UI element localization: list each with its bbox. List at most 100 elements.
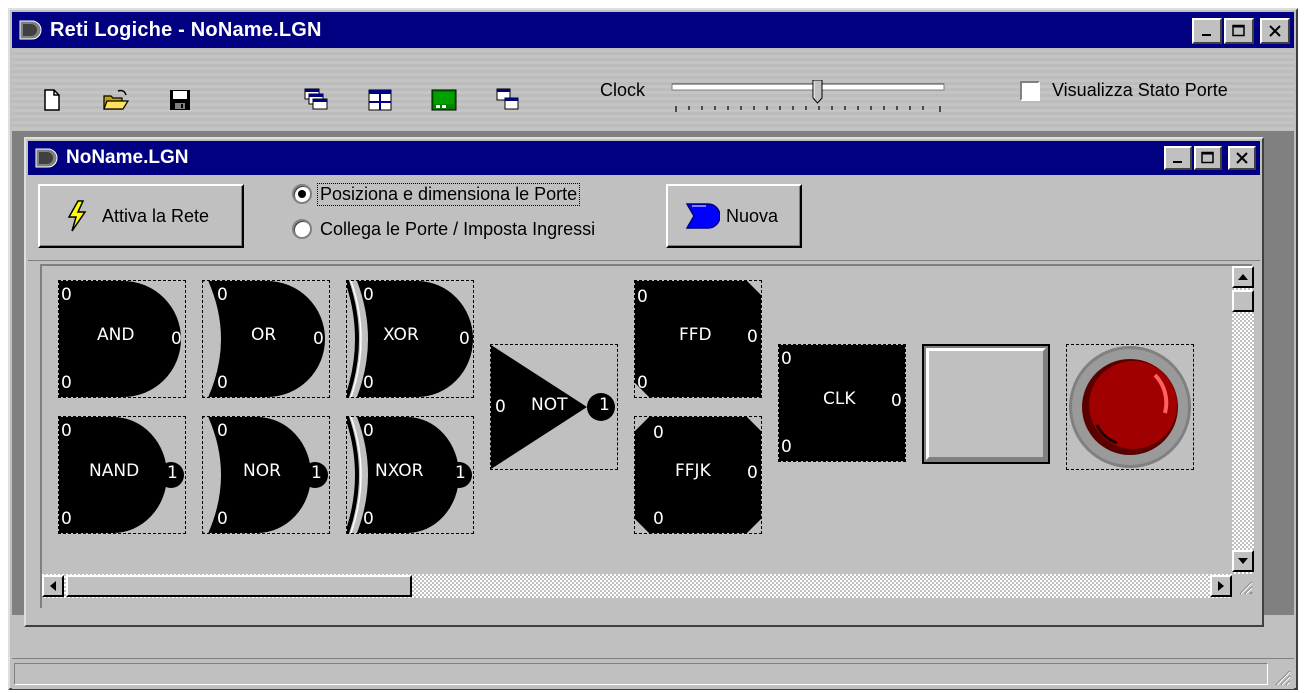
clock-generator-output[interactable]: 0 — [891, 391, 902, 411]
nxor-gate[interactable]: NXOR 0 0 1 — [346, 416, 474, 534]
close-button[interactable] — [1260, 18, 1290, 44]
close-icon — [1236, 152, 1248, 164]
nor-gate-input-1[interactable]: 0 — [217, 421, 228, 441]
ffjk-label: FFJK — [675, 461, 711, 481]
mode-position-radio[interactable] — [292, 184, 312, 204]
nxor-gate-input-1[interactable]: 0 — [363, 421, 374, 441]
ffd-input-1[interactable]: 0 — [637, 287, 648, 307]
vertical-scroll-thumb[interactable] — [1232, 290, 1254, 312]
not-gate-label: NOT — [531, 395, 568, 415]
activate-network-label: Attiva la Rete — [102, 206, 210, 226]
mode-connect-label[interactable]: Collega le Porte / Imposta Ingressi — [320, 219, 595, 240]
and-gate[interactable]: AND 0 0 0 — [58, 280, 186, 398]
arrange-icons-button[interactable] — [430, 86, 458, 114]
windows-icon — [496, 88, 519, 110]
minimize-button[interactable] — [1192, 18, 1222, 44]
ffjk-output[interactable]: 0 — [747, 463, 758, 483]
nor-gate-label: NOR — [243, 461, 281, 481]
clock-generator-label: CLK — [823, 389, 856, 409]
tile-windows-button[interactable] — [366, 86, 394, 114]
status-pane — [14, 663, 1268, 685]
nor-gate[interactable]: NOR 0 0 1 — [202, 416, 330, 534]
clock-generator-input-1[interactable]: 0 — [781, 349, 792, 369]
child-window-title: NoName.LGN — [66, 147, 189, 168]
vertical-scrollbar[interactable] — [1232, 266, 1254, 574]
new-gate-button[interactable]: Nuova — [666, 184, 802, 248]
child-maximize-button[interactable] — [1194, 146, 1222, 170]
nand-gate-input-2[interactable]: 0 — [61, 509, 72, 529]
nxor-gate-input-2[interactable]: 0 — [363, 509, 374, 529]
open-file-button[interactable] — [102, 86, 130, 114]
arrow-up-icon — [1238, 274, 1248, 280]
ffd-output[interactable]: 0 — [747, 327, 758, 347]
xor-gate-input-2[interactable]: 0 — [363, 373, 374, 393]
output-led[interactable] — [1066, 344, 1194, 470]
or-gate-input-1[interactable]: 0 — [217, 285, 228, 305]
clock-slider[interactable] — [668, 80, 948, 120]
xor-gate[interactable]: XOR 0 0 0 — [346, 280, 474, 398]
and-gate-input-2[interactable]: 0 — [61, 373, 72, 393]
ffd-input-2[interactable]: 0 — [637, 373, 648, 393]
nand-gate[interactable]: NAND 0 0 1 — [58, 416, 186, 534]
nand-gate-input-1[interactable]: 0 — [61, 421, 72, 441]
horizontal-scroll-thumb[interactable] — [66, 575, 412, 597]
maximize-icon — [1201, 151, 1214, 164]
activate-network-button[interactable]: Attiva la Rete — [38, 184, 244, 248]
save-file-button[interactable] — [166, 86, 194, 114]
arrow-down-icon — [1238, 558, 1248, 564]
clock-generator-input-2[interactable]: 0 — [781, 437, 792, 457]
horizontal-scrollbar[interactable] — [42, 574, 1232, 598]
nand-gate-label: NAND — [89, 461, 140, 481]
child-title-bar[interactable]: NoName.LGN — [28, 141, 1260, 175]
nor-gate-input-2[interactable]: 0 — [217, 509, 228, 529]
xor-gate-input-1[interactable]: 0 — [363, 285, 374, 305]
window-list-button[interactable] — [494, 86, 522, 114]
scroll-right-button[interactable] — [1210, 575, 1232, 597]
and-gate-input-1[interactable]: 0 — [61, 285, 72, 305]
cascade-windows-button[interactable] — [302, 86, 330, 114]
child-resize-grip[interactable] — [1232, 574, 1254, 598]
not-gate[interactable]: NOT 0 1 — [490, 344, 618, 470]
ffd-flipflop[interactable]: FFD 0 0 0 — [634, 280, 762, 398]
tile-icon — [368, 89, 392, 111]
ffjk-flipflop[interactable]: FFJK 0 0 0 — [634, 416, 762, 534]
mode-position-label[interactable]: Posiziona e dimensiona le Porte — [316, 183, 581, 206]
input-switch[interactable] — [922, 344, 1050, 464]
window-title: Reti Logiche - NoName.LGN — [50, 19, 322, 41]
ffjk-input-2[interactable]: 0 — [653, 509, 664, 529]
close-icon — [1269, 25, 1281, 37]
new-file-button[interactable] — [38, 86, 66, 114]
circuit-canvas[interactable]: AND 0 0 0 OR 0 0 0 XOR 0 0 0 NAND 0 0 1 … — [40, 264, 1254, 608]
show-state-label[interactable]: Visualizza Stato Porte — [1052, 80, 1228, 101]
size-grip-icon[interactable] — [1270, 665, 1292, 687]
clock-label: Clock — [600, 80, 646, 100]
or-gate[interactable]: OR 0 0 0 — [202, 280, 330, 398]
child-minimize-button[interactable] — [1164, 146, 1192, 170]
save-disk-icon — [170, 90, 190, 110]
xor-gate-output[interactable]: 0 — [459, 329, 470, 349]
clock-generator[interactable]: CLK 0 0 0 — [778, 344, 906, 462]
title-bar[interactable]: Reti Logiche - NoName.LGN — [12, 12, 1294, 48]
new-gate-label: Nuova — [726, 206, 779, 226]
or-gate-input-2[interactable]: 0 — [217, 373, 228, 393]
show-state-checkbox[interactable] — [1020, 81, 1040, 101]
ffjk-input-1[interactable]: 0 — [653, 423, 664, 443]
or-gate-output[interactable]: 0 — [313, 329, 324, 349]
nxor-gate-output[interactable]: 1 — [455, 463, 466, 483]
child-close-button[interactable] — [1228, 146, 1256, 170]
not-gate-output[interactable]: 1 — [599, 395, 610, 415]
main-window: Reti Logiche - NoName.LGN Clock Visualiz… — [8, 8, 1298, 690]
not-gate-input[interactable]: 0 — [495, 397, 506, 417]
ffd-label: FFD — [679, 325, 712, 345]
maximize-button[interactable] — [1224, 18, 1254, 44]
slider-ticks — [675, 106, 941, 112]
nor-gate-output[interactable]: 1 — [311, 463, 322, 483]
nand-gate-output[interactable]: 1 — [167, 463, 178, 483]
scroll-down-button[interactable] — [1232, 550, 1254, 572]
scroll-left-button[interactable] — [42, 575, 64, 597]
mode-connect-radio[interactable] — [292, 219, 312, 239]
and-gate-output[interactable]: 0 — [171, 329, 182, 349]
size-grip-icon — [1239, 581, 1253, 595]
arrange-icons-icon — [431, 89, 457, 111]
scroll-up-button[interactable] — [1232, 266, 1254, 288]
